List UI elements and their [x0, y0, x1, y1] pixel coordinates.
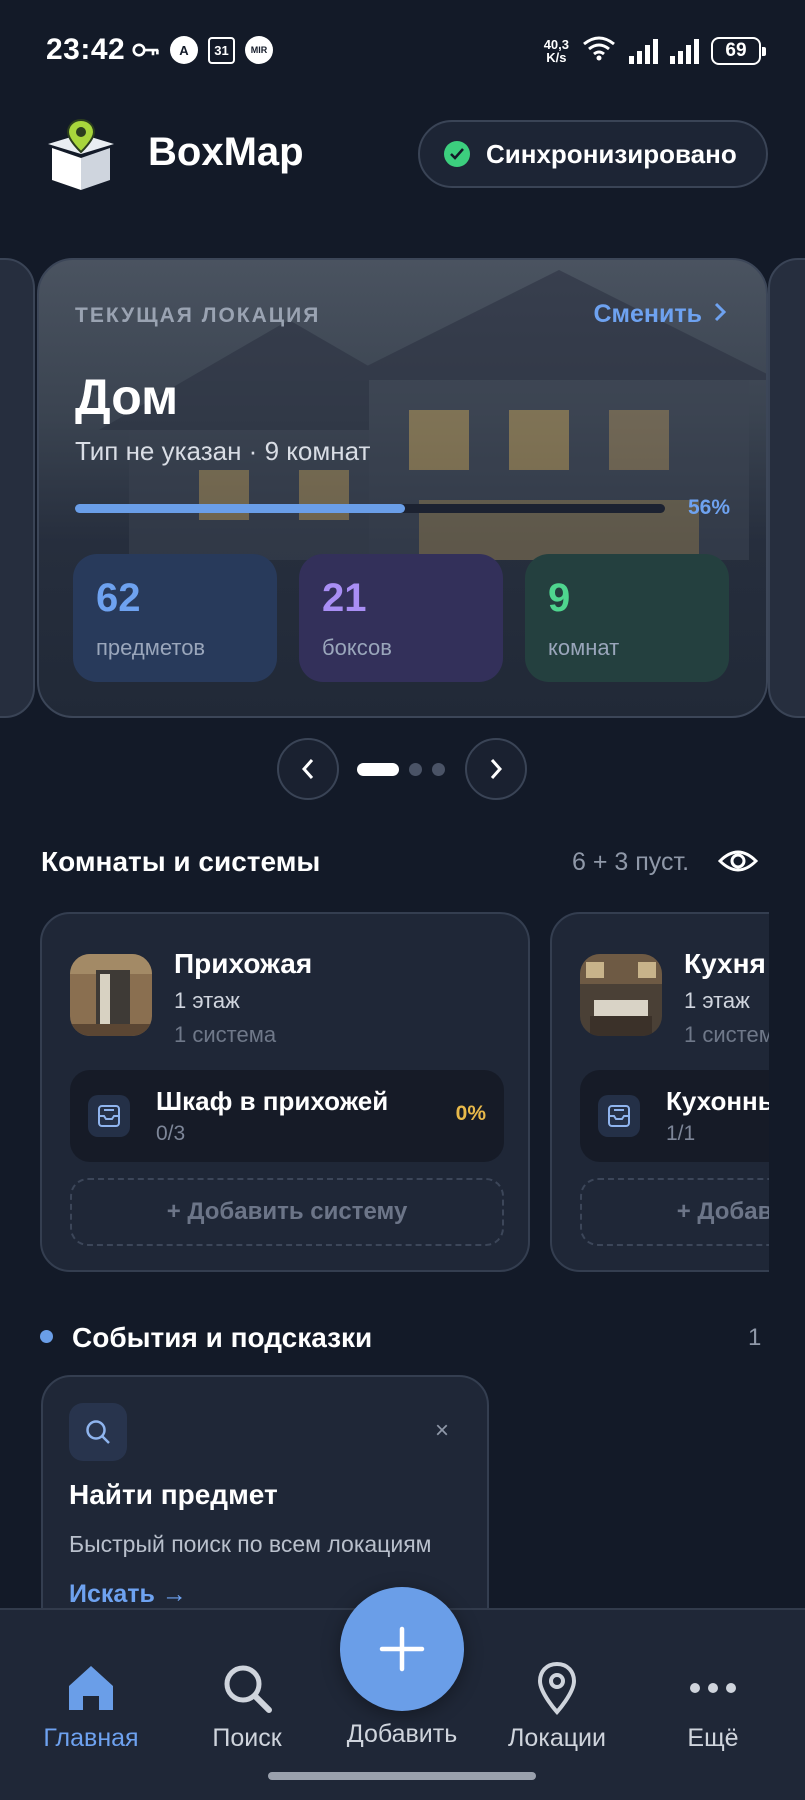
chevron-right-icon [490, 759, 503, 779]
status-left-icons: A 31 MIR [132, 36, 273, 64]
carousel-dot[interactable] [409, 763, 422, 776]
nav-home-label: Главная [43, 1724, 139, 1752]
home-indicator [268, 1772, 536, 1780]
stat-rooms-value: 9 [548, 576, 571, 620]
carousel-pager [277, 738, 527, 800]
app-a-icon: A [170, 36, 198, 64]
clock: 23:42 [46, 33, 126, 66]
status-bar: 23:42 A 31 MIR 40,3 K/s 69 [0, 0, 805, 100]
sync-status-label: Синхронизировано [486, 138, 737, 169]
carousel-dot[interactable] [432, 763, 445, 776]
nav-search-label: Поиск [212, 1724, 282, 1752]
add-system-button[interactable]: + Добавить систему [580, 1178, 769, 1246]
location-eyebrow: ТЕКУЩАЯ ЛОКАЦИЯ [75, 304, 321, 327]
nav-home[interactable]: Главная [21, 1660, 161, 1753]
boxmap-logo-icon [44, 118, 118, 192]
progress-percent: 56% [687, 496, 730, 519]
nav-add-label: Добавить [346, 1720, 458, 1748]
more-icon [685, 1660, 741, 1716]
room-card[interactable]: Прихожая 1 этаж 1 система Шкаф в прихоже… [40, 912, 530, 1272]
events-section-title: События и подсказки [72, 1322, 373, 1353]
carousel-dot[interactable] [357, 763, 399, 776]
room-name: Прихожая [174, 948, 313, 979]
next-location-card[interactable] [768, 258, 805, 718]
sync-status-pill[interactable]: Синхронизировано [418, 120, 768, 188]
rooms-carousel: Прихожая 1 этаж 1 система Шкаф в прихоже… [40, 912, 769, 1272]
nav-more-label: Ещё [687, 1724, 739, 1752]
add-fab-button[interactable] [340, 1587, 464, 1711]
carousel-dots [357, 763, 445, 776]
plus-icon [379, 1626, 425, 1672]
change-location-label: Сменить [593, 300, 702, 328]
stat-rooms-label: комнат [548, 635, 620, 660]
home-icon [63, 1660, 119, 1716]
carousel-prev-button[interactable] [277, 738, 339, 800]
eye-icon[interactable] [717, 846, 759, 876]
nav-locations-label: Локации [508, 1724, 606, 1752]
status-right-icons: 40,3 K/s 69 [543, 34, 766, 67]
calendar-icon: 31 [208, 36, 235, 64]
tip-search-link[interactable]: Искать → [69, 1580, 187, 1609]
tip-description: Быстрый поиск по всем локациям [69, 1531, 432, 1557]
location-progress-bar [75, 504, 665, 513]
nav-more[interactable]: Ещё [643, 1660, 783, 1753]
room-photo [580, 954, 662, 1036]
cabinet-icon [598, 1095, 640, 1137]
rooms-count: 6 + 3 пуст. [572, 848, 690, 876]
stat-boxes-value: 21 [322, 576, 367, 620]
chevron-left-icon [301, 759, 314, 779]
room-card[interactable]: Кухня 1 этаж 1 система Кухонный 1/1 + До… [550, 912, 769, 1272]
system-row[interactable]: Кухонный 1/1 [580, 1070, 769, 1162]
stat-items-label: предметов [96, 635, 206, 660]
stat-boxes-label: боксов [322, 635, 392, 660]
network-speed: 40,3 K/s [543, 36, 569, 65]
signal-2-icon [670, 38, 699, 64]
room-systems-count: 1 система [174, 1022, 277, 1047]
tip-title: Найти предмет [69, 1479, 278, 1510]
wifi-icon [581, 34, 617, 67]
check-icon [444, 141, 470, 167]
chevron-right-icon [714, 300, 727, 329]
stat-boxes[interactable]: 21 боксов [299, 554, 503, 682]
system-count: 1/1 [666, 1122, 696, 1145]
nav-locations[interactable]: Локации [487, 1660, 627, 1753]
mir-icon: MIR [245, 36, 273, 64]
app-title: BoxMap [148, 130, 304, 174]
change-location-link[interactable]: Сменить [593, 300, 727, 329]
map-pin-icon [529, 1660, 585, 1716]
stat-items[interactable]: 62 предметов [73, 554, 277, 682]
room-photo [70, 954, 152, 1036]
carousel-next-button[interactable] [465, 738, 527, 800]
progress-fill [75, 504, 406, 513]
add-system-button[interactable]: + Добавить систему [70, 1178, 504, 1246]
location-subtitle: Тип не указан · 9 комнат [75, 436, 371, 466]
system-percent: 0% [455, 1102, 486, 1125]
system-name: Шкаф в прихожей [156, 1086, 389, 1116]
cabinet-icon [88, 1095, 130, 1137]
system-row[interactable]: Шкаф в прихожей 0/3 0% [70, 1070, 504, 1162]
search-icon [219, 1660, 275, 1716]
signal-1-icon [629, 38, 658, 64]
system-count: 0/3 [156, 1122, 186, 1145]
room-floor: 1 этаж [684, 988, 750, 1013]
room-systems-count: 1 система [684, 1022, 769, 1047]
nav-search[interactable]: Поиск [177, 1660, 317, 1753]
stat-rooms[interactable]: 9 комнат [525, 554, 729, 682]
rooms-section-title: Комнаты и системы [41, 846, 321, 877]
search-icon [69, 1403, 127, 1461]
stat-items-value: 62 [96, 576, 141, 620]
location-name: Дом [75, 369, 179, 425]
close-icon[interactable]: × [435, 1417, 449, 1445]
system-name: Кухонный [666, 1086, 769, 1116]
current-location-card[interactable]: ТЕКУЩАЯ ЛОКАЦИЯ Сменить Дом Тип не указа… [37, 258, 768, 718]
room-name: Кухня [684, 948, 766, 979]
battery-icon: 69 [711, 36, 766, 65]
events-count: 1 [748, 1324, 762, 1351]
prev-location-card[interactable] [0, 258, 35, 718]
events-bullet [40, 1330, 53, 1343]
room-floor: 1 этаж [174, 988, 240, 1013]
key-icon [132, 36, 160, 64]
